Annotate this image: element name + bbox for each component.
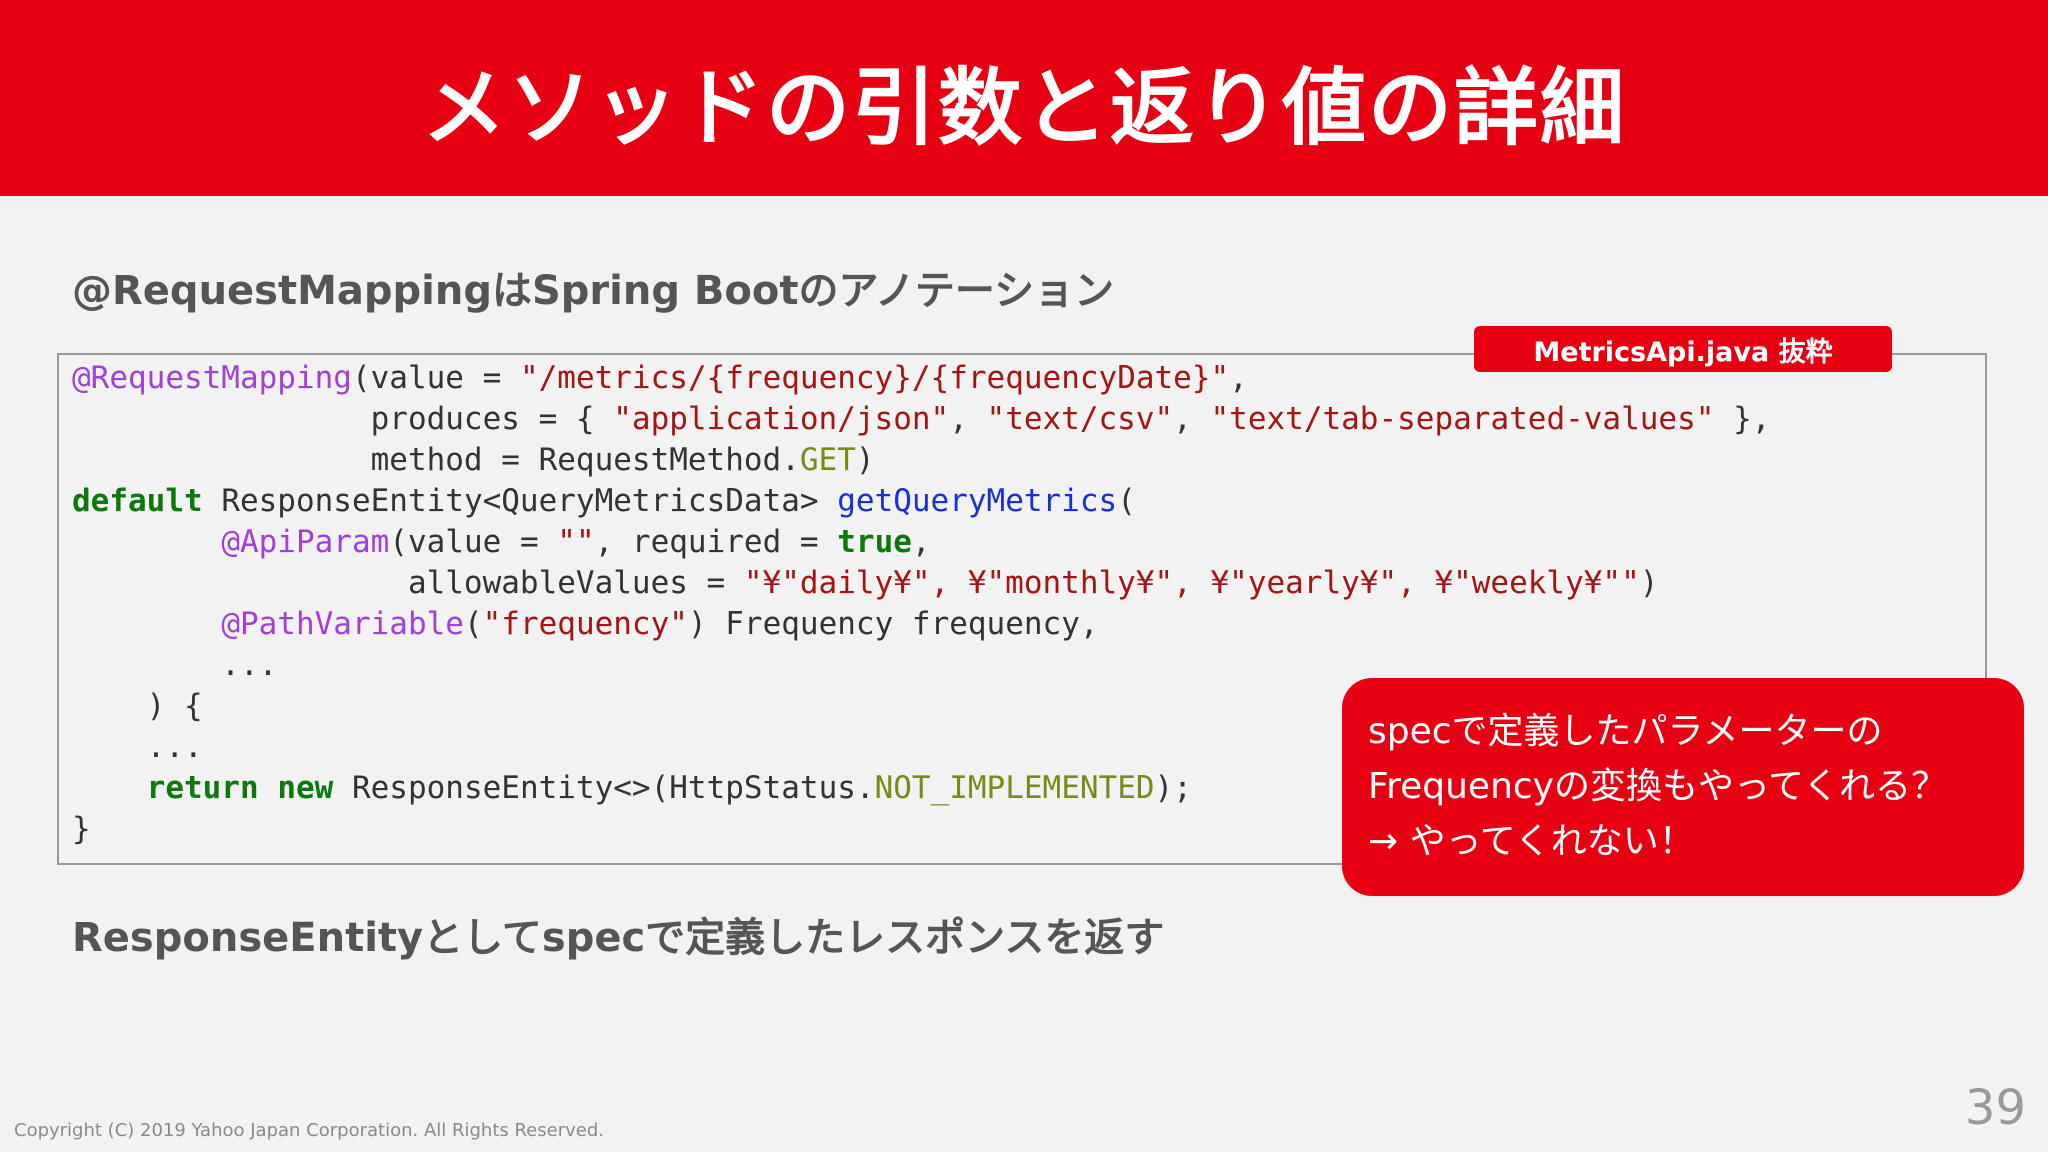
code-token: method = RequestMethod. bbox=[72, 442, 800, 478]
code-line: default ResponseEntity<QueryMetricsData>… bbox=[72, 481, 1770, 522]
code-token: "/metrics/{frequency}/{frequencyDate}" bbox=[519, 360, 1230, 396]
code-token: }, bbox=[1714, 401, 1771, 437]
code-line: @PathVariable("frequency") Frequency fre… bbox=[72, 604, 1770, 645]
code-token: ( bbox=[1117, 483, 1136, 519]
code-token: , bbox=[1173, 401, 1211, 437]
code-token: (value = bbox=[389, 524, 558, 560]
code-token: ResponseEntity<>(HttpStatus. bbox=[333, 770, 875, 806]
code-token: , bbox=[911, 524, 931, 560]
code-token: , bbox=[949, 401, 987, 437]
code-token: ... bbox=[72, 729, 203, 765]
callout-bubble: specで定義したパラメーターの Frequencyの変換もやってくれる？ → … bbox=[1342, 678, 2024, 896]
callout-line-1: specで定義したパラメーターの bbox=[1368, 711, 1883, 752]
code-token: "text/csv" bbox=[986, 401, 1174, 437]
code-token: getQueryMetrics bbox=[837, 483, 1118, 519]
code-token: (value = bbox=[351, 360, 520, 396]
code-token: new bbox=[277, 770, 334, 806]
code-token: } bbox=[72, 811, 91, 847]
code-token: "¥"daily¥", ¥"monthly¥", ¥"yearly¥", ¥"w… bbox=[743, 565, 1640, 601]
code-token: ) bbox=[1639, 565, 1659, 601]
code-token: , required = bbox=[594, 524, 838, 560]
title-bar: メソッドの引数と返り値の詳細 bbox=[0, 0, 2048, 196]
code-token: ) Frequency frequency, bbox=[687, 606, 1099, 642]
callout-line-2: Frequencyの変換もやってくれる？ bbox=[1368, 766, 1948, 807]
code-line: @RequestMapping(value = "/metrics/{frequ… bbox=[72, 358, 1770, 399]
code-token: ); bbox=[1154, 770, 1192, 806]
code-line: allowableValues = "¥"daily¥", ¥"monthly¥… bbox=[72, 563, 1770, 604]
code-line: @ApiParam(value = "", required = true, bbox=[72, 522, 1770, 563]
code-token: ... bbox=[72, 647, 278, 683]
code-token: default bbox=[72, 483, 203, 519]
code-token: GET bbox=[799, 442, 856, 478]
code-token: allowableValues = bbox=[72, 565, 744, 601]
code-token: ) bbox=[855, 442, 875, 478]
code-token: @PathVariable bbox=[221, 606, 464, 642]
code-token: true bbox=[837, 524, 912, 560]
callout-line-3: → やってくれない！ bbox=[1368, 821, 1695, 862]
code-token: @RequestMapping bbox=[72, 360, 352, 396]
code-token: NOT_IMPLEMENTED bbox=[874, 770, 1155, 806]
copyright: Copyright (C) 2019 Yahoo Japan Corporati… bbox=[14, 1120, 604, 1141]
code-token: ) { bbox=[72, 688, 203, 724]
code-token: @ApiParam bbox=[221, 524, 390, 560]
code-token: "text/tab-separated-values" bbox=[1210, 401, 1715, 437]
code-token: "frequency" bbox=[482, 606, 688, 642]
code-line: produces = { "application/json", "text/c… bbox=[72, 399, 1771, 440]
code-token: ( bbox=[463, 606, 483, 642]
subtitle: @RequestMappingはSpring Bootのアノテーション bbox=[72, 268, 1115, 314]
page-number: 39 bbox=[1964, 1080, 2026, 1136]
code-token: "application/json" bbox=[613, 401, 950, 437]
code-token: return bbox=[146, 770, 259, 806]
code-token: "" bbox=[557, 524, 595, 560]
slide-title: メソッドの引数と返り値の詳細 bbox=[421, 58, 1626, 157]
code-token: produces = { bbox=[72, 401, 614, 437]
code-token: ResponseEntity<QueryMetricsData> bbox=[202, 483, 838, 519]
bottom-text: ResponseEntityとしてspecで定義したレスポンスを返す bbox=[72, 915, 1165, 961]
code-token: , bbox=[1229, 360, 1248, 396]
code-line: method = RequestMethod.GET) bbox=[72, 440, 1770, 481]
